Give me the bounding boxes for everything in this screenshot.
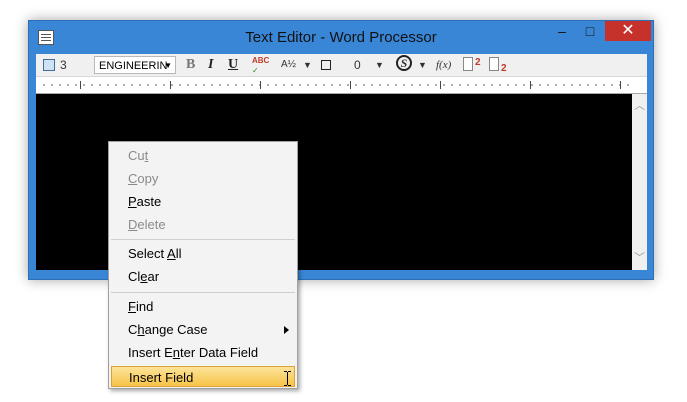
menu-item-delete[interactable]: Delete [109,214,297,236]
chevron-down-icon[interactable]: ▼ [375,56,384,74]
formatting-toolbar: 3 ENGINEERIN ▼ B I U ABC ✓ A½ ▼ 0 ▼ S ▼ f… [36,54,647,77]
paragraph-style-icon[interactable] [43,59,55,71]
menu-label: Cl [128,269,141,284]
vertical-scrollbar[interactable]: ︿ ﹀ [632,94,647,270]
menu-accelerator: F [128,299,136,314]
fraction-icon[interactable]: A½ [281,56,296,74]
menu-accelerator: t [144,148,149,163]
menu-accelerator: n [172,345,181,360]
ruler-tick [440,81,441,89]
menu-label: Insert Field [129,370,194,385]
menu-accelerator: e [140,269,148,284]
style-value[interactable]: 3 [60,56,67,74]
menu-label: Select [128,246,168,261]
bold-button[interactable]: B [186,56,195,74]
menu-item-insert-field[interactable]: Insert Field [111,366,295,387]
menu-label: Insert E [128,345,173,360]
menu-item-cut[interactable]: Cut [109,145,297,167]
menu-label: Cu [128,148,145,163]
menu-accelerator: A [167,246,176,261]
ruler-tick [260,81,261,89]
spellcheck-button[interactable]: ABC ✓ [252,56,270,75]
scroll-down-icon[interactable]: ﹀ [632,250,647,266]
font-select-value: ENGINEERIN [99,60,168,72]
ruler-tick [620,81,621,89]
italic-button[interactable]: I [208,56,213,74]
menu-item-insert-enter-data-field[interactable]: Insert Enter Data Field [109,342,297,364]
chevron-down-icon: ▼ [164,61,172,70]
font-select[interactable]: ENGINEERIN ▼ [94,56,176,74]
menu-separator [111,239,295,240]
menu-item-select-all[interactable]: Select All [109,243,297,265]
superscript-icon[interactable] [463,57,473,71]
menu-label: opy [137,171,159,186]
ruler-tick [80,81,81,89]
menu-item-find[interactable]: Find [109,296,297,318]
chevron-down-icon[interactable]: ▼ [418,56,427,74]
menu-item-paste[interactable]: Paste [109,191,297,213]
menu-separator [111,292,295,293]
ruler-marks [40,84,633,86]
spellcheck-label: ABC [252,56,270,65]
menu-label: ter Data Field [180,345,259,360]
menu-accelerator: P [128,194,137,209]
menu-label: ange Case [144,322,208,337]
close-button[interactable]: ✕ [605,21,651,41]
menu-label: C [128,322,138,337]
underline-button[interactable]: U [228,56,238,74]
menu-label: ar [147,269,160,284]
title-bar[interactable]: Text Editor - Word Processor – □ ✕ [29,21,653,54]
menu-label: ind [135,299,154,314]
ruler-tick [170,81,171,89]
minimize-button[interactable]: – [549,21,575,41]
submenu-arrow-icon [284,326,289,334]
subscript-icon[interactable] [489,57,499,71]
subscript-number: 2 [501,63,507,74]
menu-label: aste [136,194,162,209]
menu-item-copy[interactable]: Copy [109,168,297,190]
scroll-up-icon[interactable]: ︿ [632,98,647,114]
special-character-icon[interactable]: S [396,55,412,71]
menu-accelerator: h [137,322,145,337]
chevron-down-icon[interactable]: ▼ [303,56,312,74]
menu-accelerator: D [128,217,138,232]
ibeam-cursor-icon [284,371,291,386]
menu-label: ll [175,246,182,261]
superscript-number: 2 [475,57,481,68]
context-menu: Cut Copy Paste Delete Select All Clear F… [108,141,298,389]
menu-accelerator: C [128,171,138,186]
ruler-tick [350,81,351,89]
font-size-value[interactable]: 0 [354,56,361,74]
menu-item-clear[interactable]: Clear [109,266,297,288]
menu-label: elete [137,217,166,232]
ruler[interactable] [36,77,647,94]
border-box-icon[interactable] [321,60,331,70]
function-button[interactable]: f(x) [436,56,451,74]
menu-item-change-case[interactable]: Change Case [109,319,297,341]
ruler-tick [530,81,531,89]
maximize-button[interactable]: □ [577,21,603,41]
